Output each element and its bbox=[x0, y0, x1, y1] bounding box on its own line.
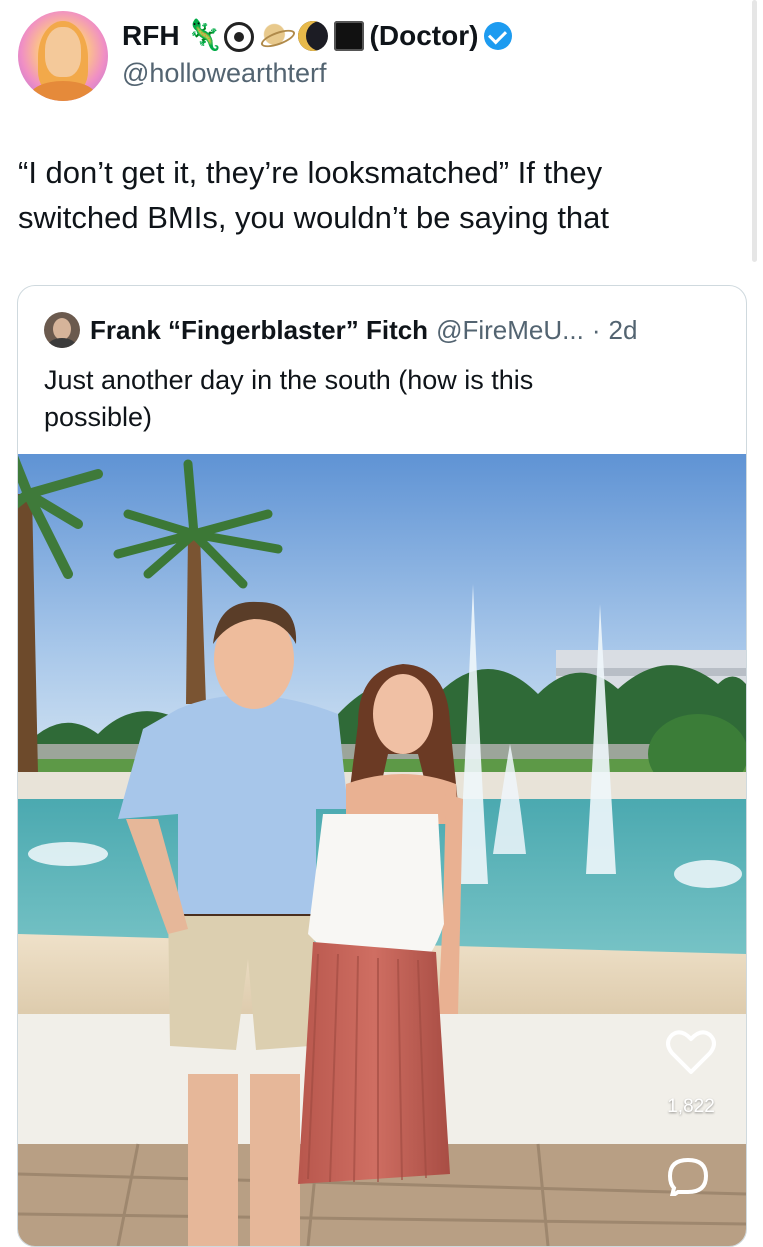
quote-separator: · bbox=[591, 314, 601, 345]
verified-badge-icon[interactable] bbox=[484, 22, 513, 50]
heart-icon[interactable] bbox=[666, 1029, 716, 1075]
quote-handle[interactable]: @FireMeU... bbox=[436, 315, 584, 346]
author-handle[interactable]: @hollowearthterf bbox=[122, 58, 327, 89]
lizard-icon: 🦎 bbox=[185, 19, 223, 52]
author-name-row: RFH 🦎 (Doctor) bbox=[122, 16, 513, 56]
quote-header: Frank “Fingerblaster” Fitch @FireMeU... … bbox=[90, 312, 637, 348]
quote-media-photo[interactable] bbox=[18, 454, 746, 1246]
woman-skirt bbox=[298, 942, 450, 1184]
man-leg-right bbox=[250, 1074, 300, 1246]
like-count: 1,822 bbox=[667, 1096, 715, 1117]
avatar-shoulders bbox=[30, 81, 96, 101]
man-leg-left bbox=[188, 1074, 238, 1246]
eye-icon bbox=[223, 21, 254, 52]
woman-top bbox=[308, 814, 444, 954]
author-avatar[interactable] bbox=[18, 11, 108, 101]
fountain-splash-left bbox=[28, 842, 108, 866]
quoted-tweet-card[interactable]: Frank “Fingerblaster” Fitch @FireMeU... … bbox=[17, 285, 747, 1247]
comment-bubble-icon[interactable] bbox=[666, 1156, 710, 1196]
fountain-splash-right bbox=[674, 860, 742, 888]
moon-icon bbox=[297, 21, 328, 51]
woman-head bbox=[373, 674, 433, 754]
quote-display-name[interactable]: Frank “Fingerblaster” Fitch bbox=[90, 315, 428, 346]
black-square-icon bbox=[333, 21, 364, 51]
author-display-name[interactable]: RFH bbox=[122, 20, 180, 52]
quote-text: Just another day in the south (how is th… bbox=[44, 365, 534, 432]
tweet-text: “I don’t get it, they’re looksmatched” I… bbox=[18, 155, 610, 235]
page-scrollbar[interactable] bbox=[752, 0, 757, 262]
quote-author-avatar[interactable] bbox=[44, 312, 80, 348]
saturn-icon bbox=[259, 20, 292, 52]
avatar-face bbox=[45, 27, 81, 77]
author-role-tag: (Doctor) bbox=[369, 20, 479, 51]
quote-timestamp[interactable]: 2d bbox=[609, 315, 638, 346]
